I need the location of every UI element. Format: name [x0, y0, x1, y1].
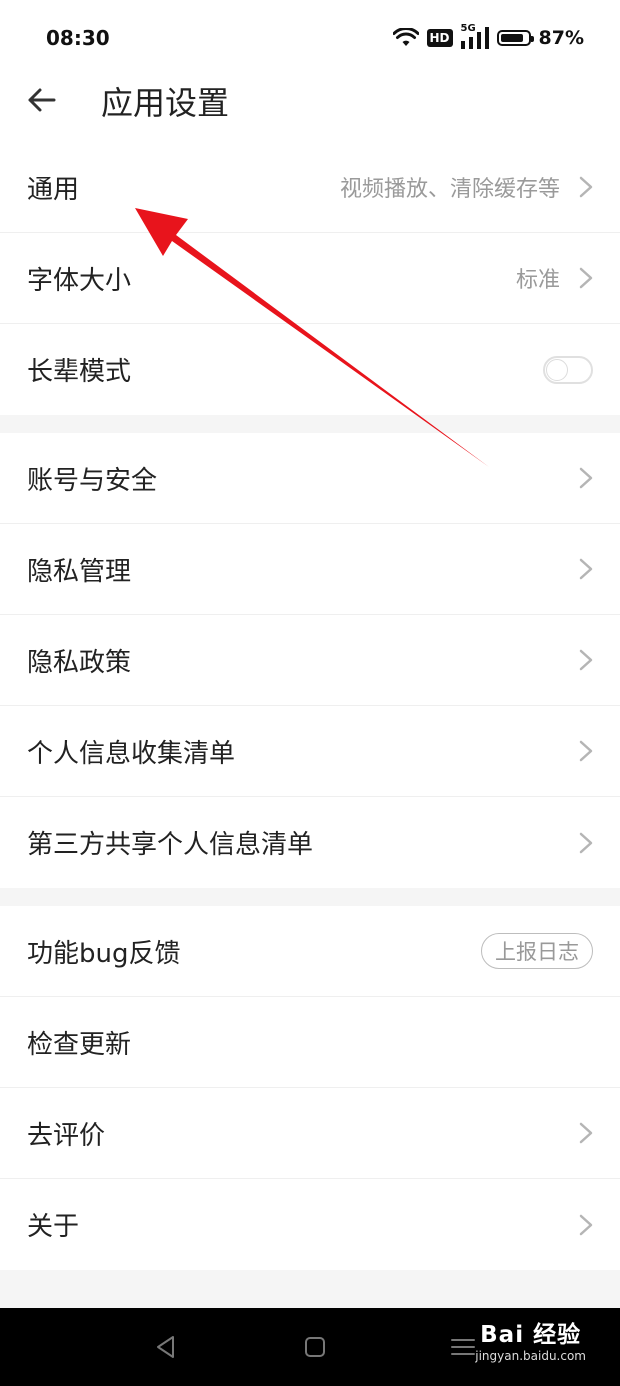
page-title: 应用设置 — [101, 84, 230, 122]
chevron-right-icon — [579, 176, 593, 198]
setting-label: 关于 — [27, 1212, 80, 1242]
chevron-right-icon — [579, 1122, 593, 1144]
signal-5g-icon: 5G — [460, 23, 489, 49]
bottom-spacer — [0, 1270, 620, 1308]
setting-personal-info-list[interactable]: 个人信息收集清单 — [0, 706, 620, 797]
baidu-watermark: Bai 经验 jingyan.baidu.com — [475, 1322, 586, 1364]
setting-value: 视频播放、清除缓存等 — [339, 177, 560, 202]
settings-list: 通用 视频播放、清除缓存等 字体大小 标准 长辈模式 账号与安全 隐私管理 隐私… — [0, 142, 620, 1270]
battery-fill — [500, 34, 523, 42]
elder-mode-toggle[interactable] — [543, 355, 593, 384]
battery-percent: 87% — [538, 27, 584, 49]
setting-label: 个人信息收集清单 — [27, 738, 236, 769]
chevron-right-icon — [579, 649, 593, 671]
wifi-icon — [392, 28, 419, 46]
nav-back-icon[interactable] — [151, 1332, 181, 1362]
chevron-right-icon — [579, 267, 593, 289]
chevron-right-icon — [579, 1214, 593, 1235]
setting-label: 隐私管理 — [27, 556, 132, 587]
nav-menu-icon[interactable] — [448, 1332, 478, 1362]
back-arrow-icon[interactable] — [24, 82, 60, 118]
setting-general[interactable]: 通用 视频播放、清除缓存等 — [0, 142, 620, 233]
settings-group-1: 通用 视频播放、清除缓存等 字体大小 标准 长辈模式 — [0, 142, 620, 415]
battery-icon — [496, 30, 534, 46]
chevron-right-icon — [579, 832, 593, 853]
setting-label: 检查更新 — [27, 1029, 132, 1060]
setting-privacy-management[interactable]: 隐私管理 — [0, 524, 620, 615]
setting-third-party-sharing[interactable]: 第三方共享个人信息清单 — [0, 797, 620, 888]
setting-label: 去评价 — [27, 1120, 106, 1151]
group-divider — [0, 888, 620, 906]
hd-badge: HD — [426, 29, 453, 47]
watermark-logo: Bai 经验 — [480, 1322, 582, 1348]
setting-account-security[interactable]: 账号与安全 — [0, 433, 620, 524]
chevron-right-icon — [579, 740, 593, 762]
setting-elder-mode: 长辈模式 — [0, 324, 620, 415]
settings-group-3: 功能bug反馈 上报日志 检查更新 去评价 关于 — [0, 906, 620, 1270]
status-bar: 08:30 HD 5G 87% — [0, 0, 620, 76]
setting-label: 隐私政策 — [27, 647, 132, 678]
settings-group-2: 账号与安全 隐私管理 隐私政策 个人信息收集清单 第三方共享个人信息清单 — [0, 433, 620, 888]
watermark-url: jingyan.baidu.com — [475, 1349, 586, 1363]
upload-log-button[interactable]: 上报日志 — [481, 933, 593, 969]
setting-label: 功能bug反馈 — [27, 938, 181, 969]
setting-label: 字体大小 — [27, 265, 132, 296]
toggle-knob — [546, 358, 568, 381]
setting-value: 标准 — [515, 268, 560, 293]
group-divider — [0, 415, 620, 433]
setting-check-update[interactable]: 检查更新 — [0, 997, 620, 1088]
setting-label: 账号与安全 — [27, 465, 158, 496]
setting-label: 长辈模式 — [27, 357, 132, 387]
chevron-right-icon — [579, 558, 593, 580]
header: 应用设置 — [0, 76, 620, 142]
chevron-right-icon — [579, 467, 593, 489]
setting-bug-feedback[interactable]: 功能bug反馈 上报日志 — [0, 906, 620, 997]
nav-home-icon[interactable] — [300, 1332, 330, 1362]
setting-about[interactable]: 关于 — [0, 1179, 620, 1270]
setting-rate[interactable]: 去评价 — [0, 1088, 620, 1179]
setting-font-size[interactable]: 字体大小 标准 — [0, 233, 620, 324]
status-time: 08:30 — [46, 26, 110, 50]
setting-privacy-policy[interactable]: 隐私政策 — [0, 615, 620, 706]
setting-label: 第三方共享个人信息清单 — [27, 830, 314, 860]
setting-label: 通用 — [27, 174, 80, 205]
status-icons: HD 5G 87% — [392, 23, 584, 52]
